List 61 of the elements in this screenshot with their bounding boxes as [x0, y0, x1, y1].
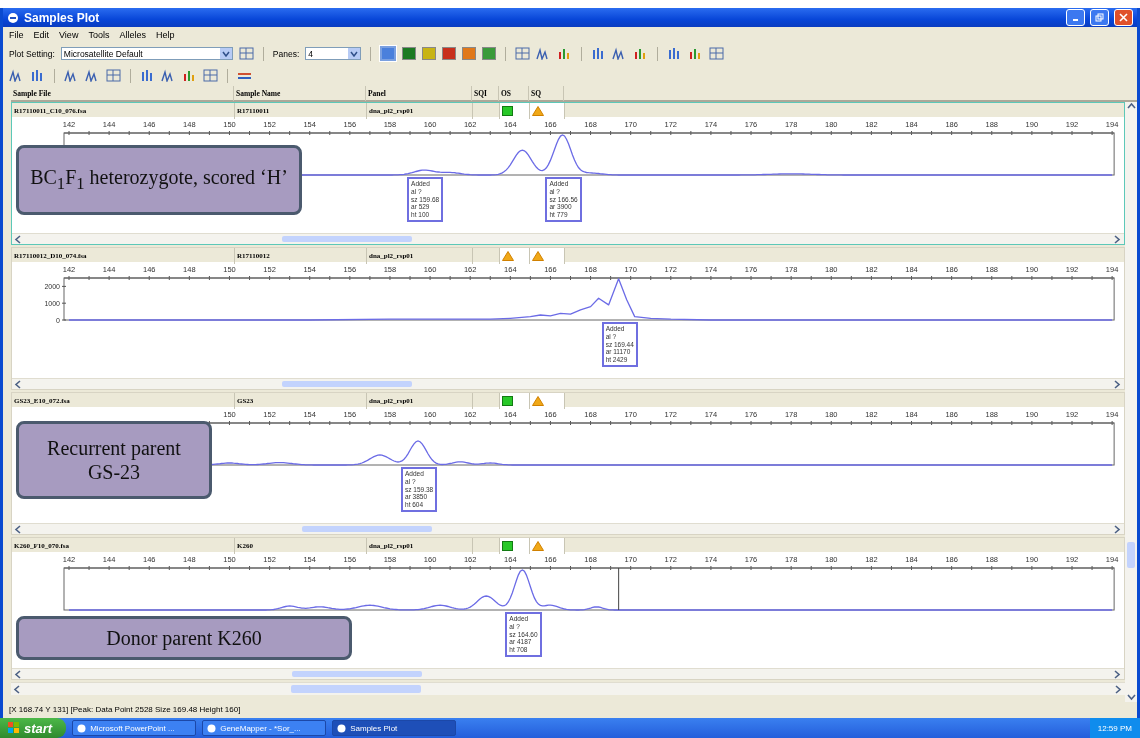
app-icon[interactable] — [207, 723, 217, 733]
scroll-up-icon[interactable] — [1126, 102, 1136, 111]
vertical-scrollbar[interactable] — [1125, 102, 1137, 702]
taskbar-button[interactable]: Samples Plot — [332, 720, 457, 736]
scroll-left-icon[interactable] — [14, 524, 23, 534]
bar-chart-icon[interactable] — [140, 69, 155, 82]
annotation-callout: Donor parent K260 — [16, 616, 352, 660]
window-title: Samples Plot — [24, 10, 101, 25]
horizontal-scrollbar[interactable] — [12, 668, 1124, 679]
close-button[interactable] — [1114, 9, 1133, 26]
dropdown-caret-icon[interactable] — [350, 50, 359, 57]
horizontal-scrollbar[interactable] — [11, 682, 1125, 695]
horizontal-scrollbar[interactable] — [12, 523, 1124, 534]
table-icon[interactable] — [709, 47, 725, 60]
scroll-thumb[interactable] — [1127, 542, 1135, 568]
table-icon[interactable] — [238, 47, 254, 60]
table-icon[interactable] — [106, 69, 121, 82]
close-icon[interactable] — [1119, 13, 1128, 22]
menu-item[interactable]: Edit — [33, 29, 50, 40]
taskbar-button[interactable]: Microsoft PowerPoint ... — [72, 720, 197, 736]
menu-item[interactable]: Alleles — [119, 29, 146, 40]
dye-color-button[interactable] — [402, 47, 417, 60]
panes-label: Panes: — [272, 48, 300, 59]
scroll-right-icon[interactable] — [1113, 234, 1122, 244]
table-icon[interactable] — [203, 69, 218, 82]
plot-setting-dropdown[interactable]: Microsatellite Default — [60, 47, 233, 60]
taskbar-button[interactable]: GeneMapper - *Sor_... — [202, 720, 327, 736]
bar-chart-icon[interactable] — [182, 69, 197, 82]
panes-dropdown[interactable]: 4 — [305, 47, 362, 60]
horizontal-scrollbar[interactable] — [12, 378, 1124, 389]
dye-color-button[interactable] — [482, 47, 497, 60]
menu-item[interactable]: File — [9, 29, 24, 40]
dye-color-button[interactable] — [442, 47, 457, 60]
clock: 12:59 PM — [1097, 723, 1132, 733]
app-icon — [7, 11, 19, 24]
dye-color-button[interactable] — [380, 46, 397, 61]
dye-color-button[interactable] — [422, 47, 437, 60]
plot-setting-label: Plot Setting: — [9, 48, 55, 59]
dye-color-button[interactable] — [462, 47, 477, 60]
scroll-left-icon[interactable] — [14, 234, 23, 244]
app-icon[interactable] — [337, 723, 347, 733]
horizontal-scrollbar[interactable] — [12, 233, 1124, 244]
minimize-button[interactable] — [1066, 9, 1085, 26]
scroll-right-icon[interactable] — [1113, 524, 1122, 534]
app-icon[interactable] — [77, 723, 87, 733]
dropdown-caret-icon[interactable] — [221, 50, 230, 57]
menu-item[interactable]: Tools — [88, 29, 110, 40]
restore-button[interactable] — [1090, 9, 1109, 26]
menu-item[interactable]: View — [59, 29, 79, 40]
scroll-down-icon[interactable] — [1126, 693, 1136, 702]
annotation-callout: Recurrent parent GS-23 — [16, 421, 212, 499]
windows-logo-icon[interactable] — [8, 722, 20, 734]
cursor-line — [618, 567, 620, 611]
menu-item[interactable]: Help — [155, 29, 175, 40]
scroll-right-icon[interactable] — [1113, 379, 1122, 389]
table-icon[interactable] — [515, 47, 531, 60]
bar-chart-icon[interactable] — [30, 69, 45, 82]
scroll-left-icon[interactable] — [14, 379, 23, 389]
status-text: [X 168.74 Y 131] [Peak: Data Point 2528 Size 169.48 Height 160] — [9, 705, 241, 714]
restore-icon[interactable] — [1095, 13, 1104, 22]
annotation-callout: BC$_{1}$F$_{1}$ heterozygote, scored ‘H’ — [16, 145, 302, 215]
